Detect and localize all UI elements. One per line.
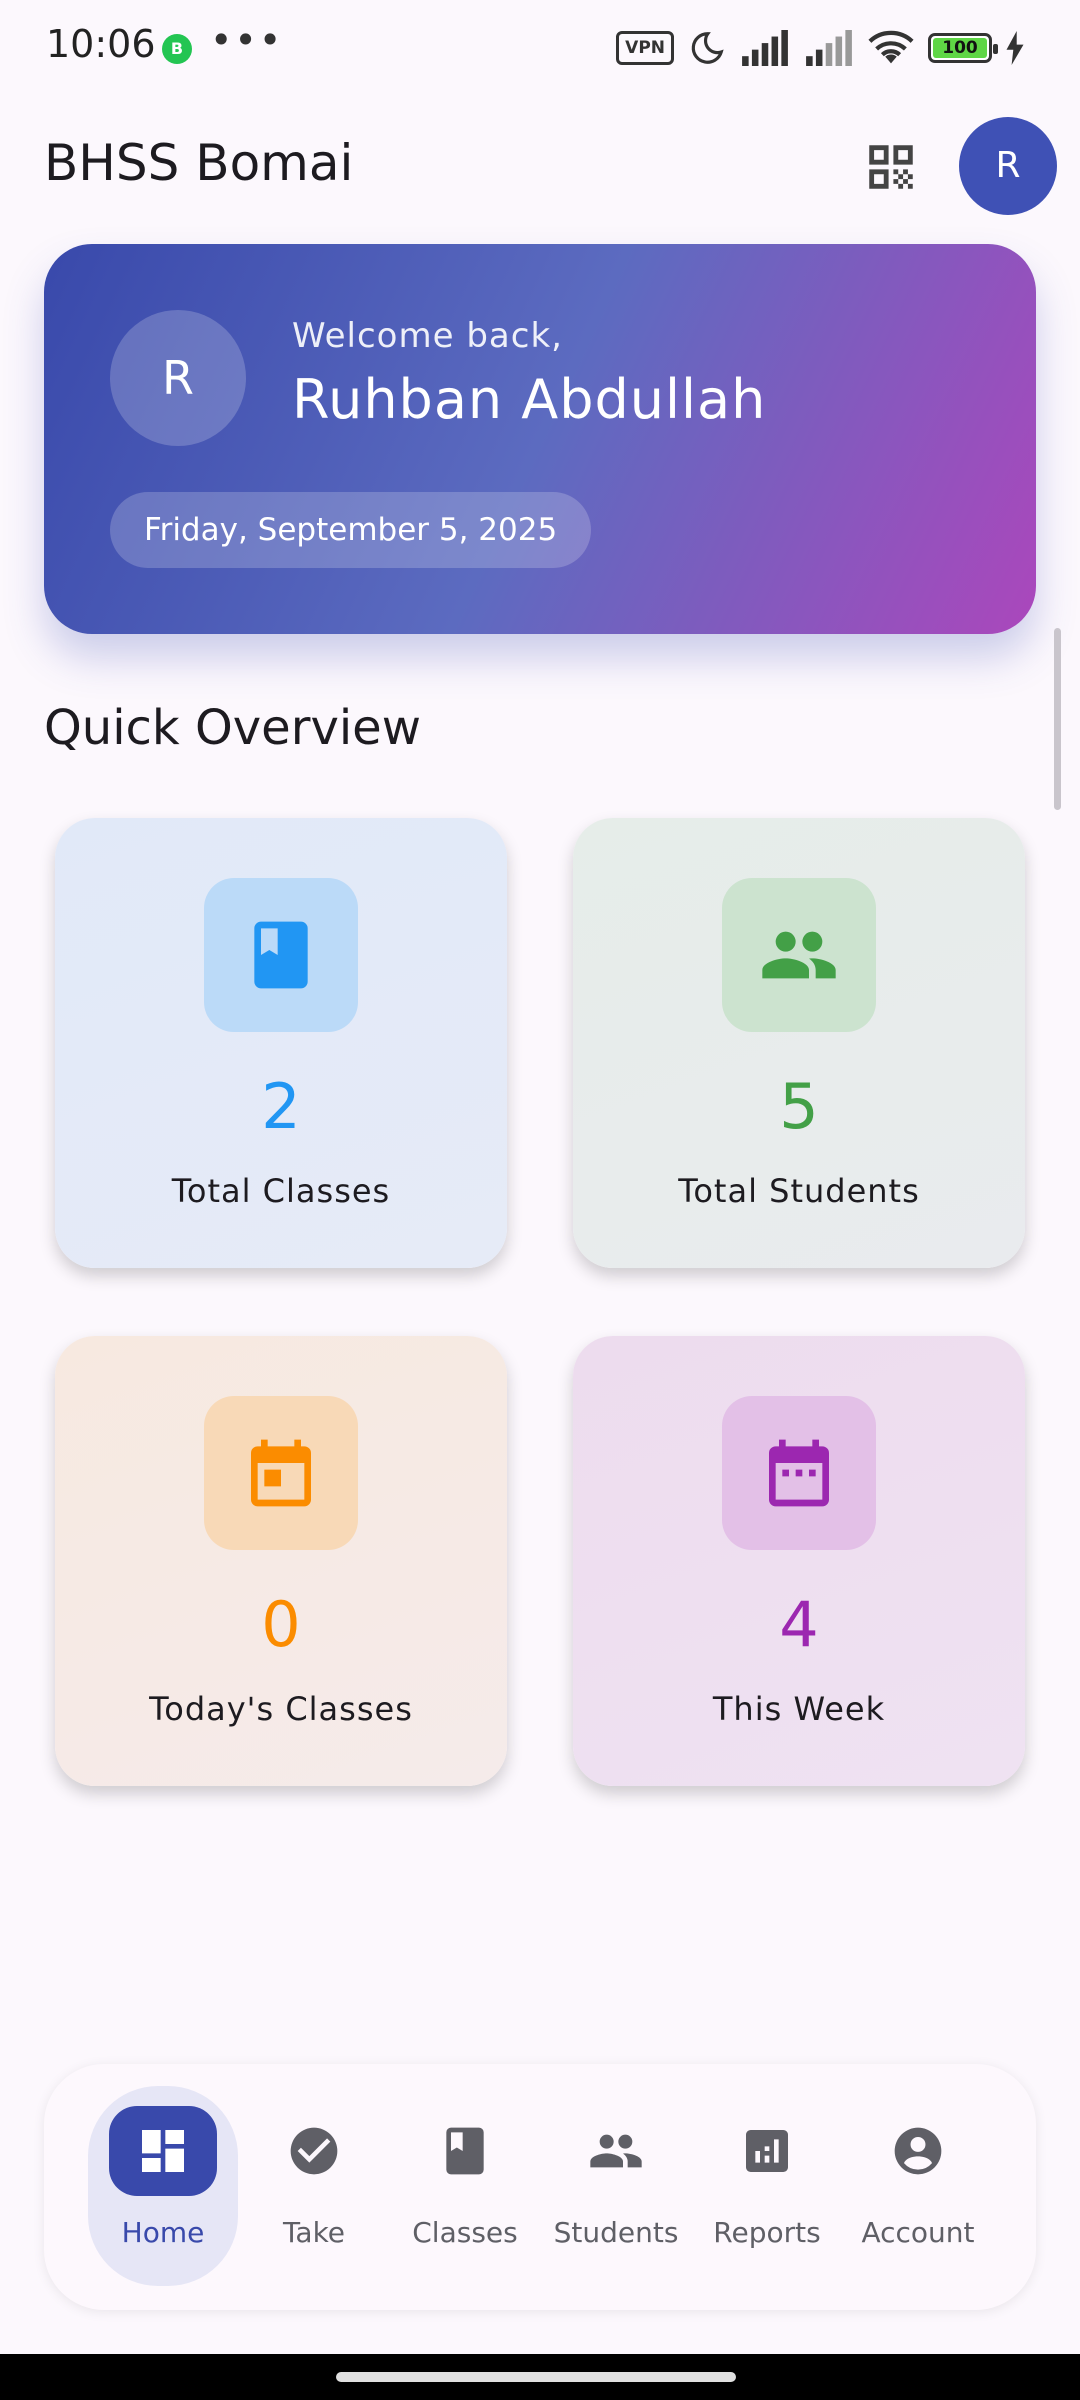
stat-card-total-classes[interactable]: 2 Total Classes — [55, 818, 507, 1268]
charging-icon — [1006, 31, 1024, 65]
wifi-icon — [868, 30, 914, 64]
nav-item-account[interactable]: Account — [843, 2086, 993, 2286]
signal-icon — [742, 30, 788, 66]
check-circle-icon — [290, 2127, 338, 2175]
stat-label: Total Students — [678, 1172, 920, 1210]
battery-level: 100 — [942, 38, 978, 58]
welcome-greeting: Welcome back, — [292, 316, 563, 356]
stat-value: 5 — [779, 1070, 819, 1143]
nav-icon-container — [864, 2106, 972, 2196]
qr-code-icon — [869, 145, 913, 189]
nav-icon-container — [713, 2106, 821, 2196]
nav-item-take[interactable]: Take — [239, 2086, 389, 2286]
nav-icon-container — [411, 2106, 519, 2196]
stat-icon-box — [722, 878, 876, 1032]
vpn-icon: VPN — [616, 31, 674, 65]
screen: 10:06 B ••• VPN 100 BHSS Bomai R R Welco… — [0, 0, 1080, 2400]
nav-icon-container — [562, 2106, 670, 2196]
signal-2-icon — [806, 30, 852, 66]
nav-item-students[interactable]: Students — [541, 2086, 691, 2286]
stat-value: 4 — [779, 1588, 819, 1661]
stat-card-todays-classes[interactable]: 0 Today's Classes — [55, 1336, 507, 1786]
battery-tip — [993, 44, 998, 54]
calendar-today-icon — [251, 1439, 311, 1507]
more-notifications-icon: ••• — [210, 18, 284, 62]
nav-item-home[interactable]: Home — [88, 2086, 238, 2286]
qr-code-button[interactable] — [862, 138, 920, 196]
people-icon — [590, 2134, 642, 2168]
status-bar: 10:06 B ••• VPN 100 — [0, 0, 1080, 96]
moon-icon — [691, 32, 724, 64]
stat-icon-box — [204, 878, 358, 1032]
account-circle-icon — [894, 2127, 942, 2175]
people-icon — [762, 931, 836, 979]
nav-item-reports[interactable]: Reports — [692, 2086, 842, 2286]
status-icons: VPN 100 — [616, 28, 1024, 68]
welcome-card: R Welcome back, Ruhban Abdullah Friday, … — [44, 244, 1036, 634]
user-name: Ruhban Abdullah — [292, 368, 767, 431]
stat-value: 2 — [261, 1070, 301, 1143]
home-gesture-handle[interactable] — [336, 2372, 736, 2382]
battery-icon: 100 — [928, 33, 998, 63]
nav-icon-container — [260, 2106, 368, 2196]
status-time: 10:06 — [46, 22, 156, 66]
nav-item-classes[interactable]: Classes — [390, 2086, 540, 2286]
welcome-avatar: R — [110, 310, 246, 446]
stat-card-this-week[interactable]: 4 This Week — [573, 1336, 1025, 1786]
stat-label: Today's Classes — [149, 1690, 413, 1728]
book-icon — [254, 921, 308, 989]
profile-avatar-button[interactable]: R — [959, 117, 1057, 215]
book-icon — [446, 2127, 484, 2175]
calendar-week-icon — [769, 1439, 829, 1507]
notification-icon: B — [162, 34, 192, 64]
date-badge: Friday, September 5, 2025 — [110, 492, 592, 568]
bottom-navigation: Home Take Classes Students Reports Accou… — [44, 2064, 1036, 2310]
nav-label: Account — [861, 2216, 975, 2249]
stat-label: This Week — [712, 1690, 886, 1728]
stat-card-total-students[interactable]: 5 Total Students — [573, 818, 1025, 1268]
analytics-icon — [746, 2130, 788, 2172]
app-title: BHSS Bomai — [44, 134, 354, 192]
stat-value: 0 — [261, 1588, 301, 1661]
dashboard-icon — [142, 2130, 184, 2172]
scrollbar[interactable] — [1054, 628, 1061, 810]
stat-icon-box — [204, 1396, 358, 1550]
section-title-quick-overview: Quick Overview — [44, 700, 421, 756]
stat-icon-box — [722, 1396, 876, 1550]
nav-icon-container — [109, 2106, 217, 2196]
stat-label: Total Classes — [171, 1172, 391, 1210]
